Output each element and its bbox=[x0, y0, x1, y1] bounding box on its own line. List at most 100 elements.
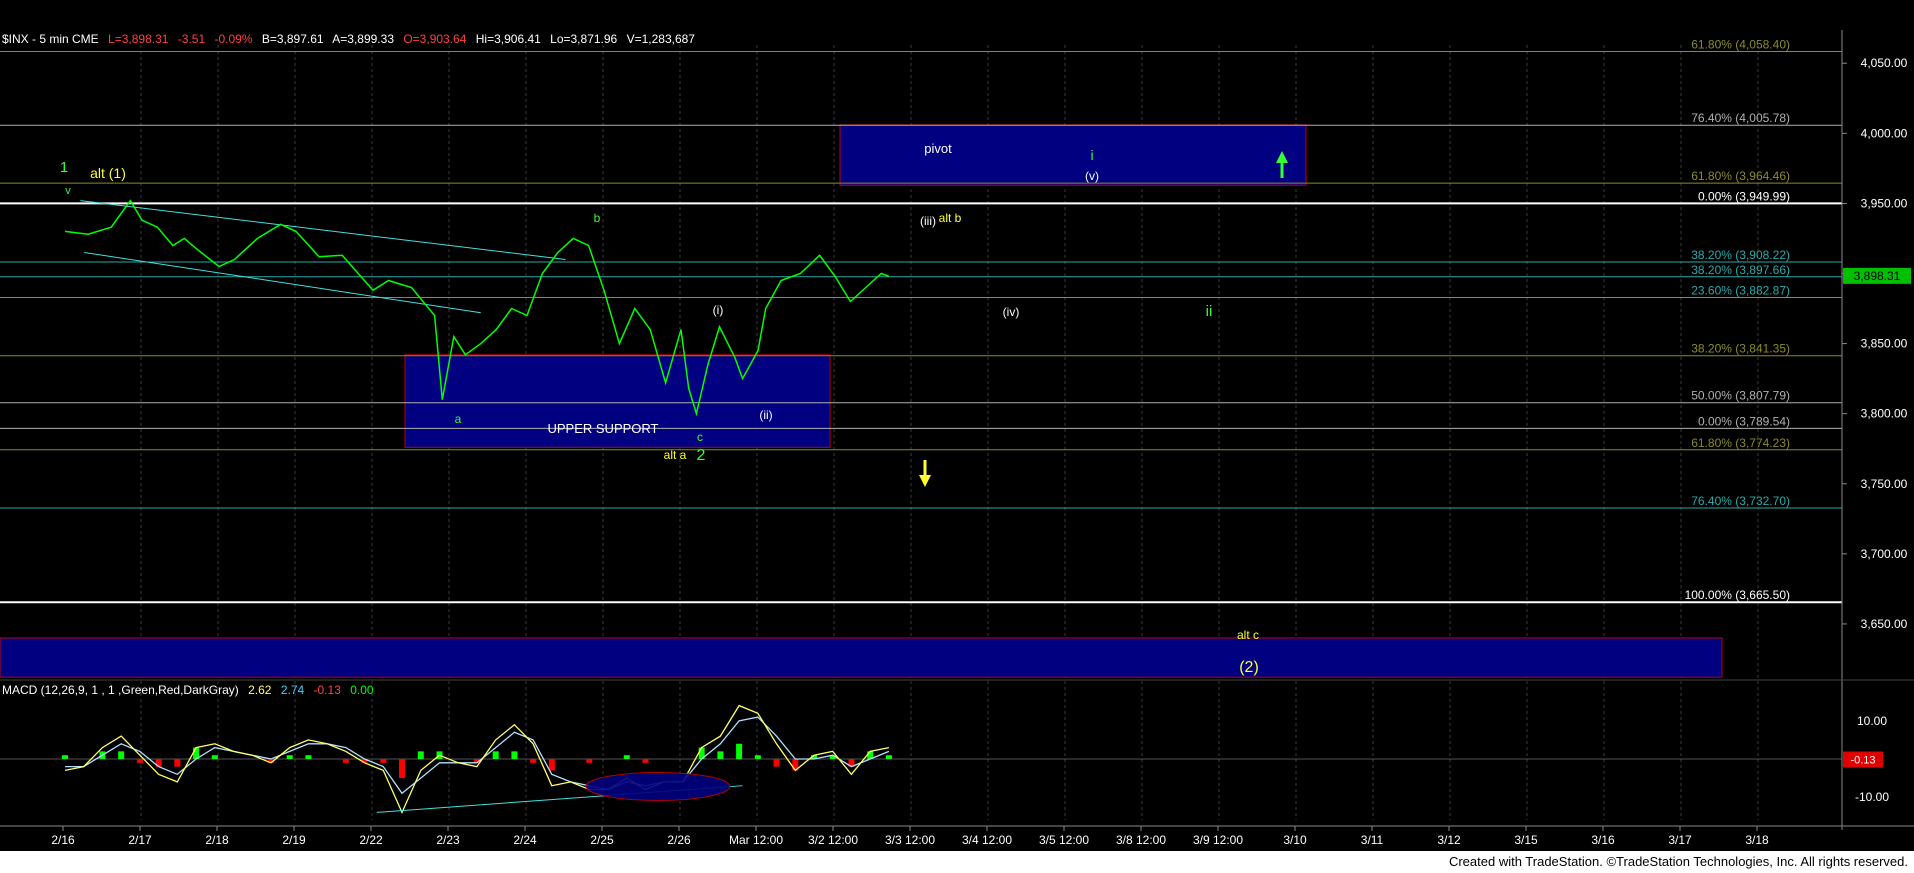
x-tick-label: 2/19 bbox=[282, 833, 306, 847]
down-arrow-icon bbox=[919, 460, 931, 487]
x-tick-label: 2/22 bbox=[359, 833, 383, 847]
x-tick-label: 2/26 bbox=[667, 833, 691, 847]
macd-hist-bar bbox=[417, 751, 424, 759]
macd-hist-bar bbox=[399, 759, 406, 779]
wave-alt1-label: alt (1) bbox=[90, 165, 126, 181]
alt-b-label: alt b bbox=[939, 211, 962, 225]
y-tick-label: 4,000.00 bbox=[1861, 126, 1908, 140]
x-tick-label: Mar 12:00 bbox=[729, 833, 783, 847]
pivot-zone bbox=[839, 124, 1307, 186]
wave-iv-paren-label: (iv) bbox=[1003, 305, 1020, 319]
y-tick-label: 3,850.00 bbox=[1861, 337, 1908, 351]
macd-hist-bar bbox=[548, 759, 555, 771]
macd-panel: 10.00 -10.00 -0.13 bbox=[0, 679, 1914, 830]
wave-1-label: 1 bbox=[60, 159, 68, 176]
macd-hist-bar bbox=[511, 751, 518, 759]
y-tick-label: 3,700.00 bbox=[1861, 547, 1908, 561]
fib-label: 61.80% (4,058.40) bbox=[1691, 37, 1790, 51]
fib-label: 0.00% (3,949.99) bbox=[1698, 189, 1790, 203]
macd-hist-bar bbox=[380, 759, 387, 763]
channel-upper bbox=[80, 200, 566, 260]
wave-i-label: i bbox=[1090, 147, 1093, 163]
lower-support-zone bbox=[0, 637, 1723, 678]
wave-1-marker: v bbox=[65, 185, 71, 197]
fib-label: 76.40% (3,732.70) bbox=[1691, 494, 1790, 508]
alt-a-label: alt a bbox=[664, 448, 687, 462]
x-tick-label: 2/16 bbox=[51, 833, 75, 847]
wave-a-label: a bbox=[455, 412, 462, 426]
chart-window: $INX - 5 min CME L=3,898.31 -3.51 -0.09%… bbox=[0, 0, 1914, 873]
fib-label: 0.00% (3,789.54) bbox=[1698, 414, 1790, 428]
alt-c-label: alt c bbox=[1237, 628, 1259, 642]
price-axis: 4,050.004,000.003,950.003,900.003,850.00… bbox=[1841, 30, 1914, 830]
y-tick-label: 3,800.00 bbox=[1861, 407, 1908, 421]
x-tick-label: 3/2 12:00 bbox=[808, 833, 858, 847]
x-tick-label: 2/23 bbox=[436, 833, 460, 847]
x-tick-label: 3/3 12:00 bbox=[885, 833, 935, 847]
time-axis: 2/16 2/17 2/18 2/19 2/22 2/23 2/24 2/25 2/26 Mar … bbox=[0, 825, 1914, 847]
fib-label: 38.20% (3,841.35) bbox=[1691, 342, 1790, 356]
macd-hist-bar bbox=[211, 755, 218, 759]
macd-header: MACD (12,26,9, 1 , 1 ,Green,Red,DarkGray… bbox=[2, 683, 380, 697]
wave-2-paren-label: (2) bbox=[1239, 659, 1259, 676]
last-price-tag-label: 3,898.31 bbox=[1854, 269, 1901, 283]
macd-last-tag-label: -0.13 bbox=[1850, 754, 1875, 766]
fib-label: 23.60% (3,882.87) bbox=[1691, 284, 1790, 298]
wave-ii-label: ii bbox=[1206, 303, 1213, 320]
x-tick-label: 3/10 bbox=[1283, 833, 1307, 847]
macd-hist-bar bbox=[118, 751, 125, 759]
fib-label: 38.20% (3,908.22) bbox=[1691, 248, 1790, 262]
wave-ii-paren-label: (ii) bbox=[759, 408, 772, 422]
macd-value: 2.62 bbox=[248, 683, 272, 697]
macd-hist-bar bbox=[305, 755, 312, 759]
macd-hist-bar bbox=[623, 755, 630, 759]
x-tick-label: 2/25 bbox=[590, 833, 614, 847]
x-tick-label: 3/15 bbox=[1514, 833, 1538, 847]
y-tick-label: 3,950.00 bbox=[1861, 196, 1908, 210]
macd-title: MACD (12,26,9, 1 , 1 ,Green,Red,DarkGray… bbox=[2, 683, 239, 697]
price-chart[interactable]: 61.80% (4,058.40) 76.40% (4,005.78) 61.80%… bbox=[0, 0, 1914, 873]
macd-hist-bar bbox=[586, 759, 593, 763]
x-tick-label: 2/18 bbox=[205, 833, 229, 847]
x-tick-label: 3/16 bbox=[1591, 833, 1615, 847]
wave-v-paren-label: (v) bbox=[1085, 169, 1099, 183]
y-tick-label: 3,650.00 bbox=[1861, 617, 1908, 631]
fib-levels: 61.80% (4,058.40) 76.40% (4,005.78) 61.80%… bbox=[0, 37, 1842, 604]
x-tick-label: 2/24 bbox=[513, 833, 537, 847]
hist-value: -0.13 bbox=[313, 683, 341, 697]
macd-hist-bar bbox=[286, 755, 293, 759]
x-tick-label: 3/12 bbox=[1437, 833, 1461, 847]
signal-line bbox=[65, 716, 890, 795]
wave-iii-paren-label: (iii) bbox=[920, 214, 936, 228]
signal-value: 2.74 bbox=[280, 683, 305, 697]
y-tick-label: 3,750.00 bbox=[1861, 477, 1908, 491]
wave-b-label: b bbox=[594, 211, 601, 225]
fib-label: 76.40% (4,005.78) bbox=[1691, 111, 1790, 125]
y-tick-label: 4,050.00 bbox=[1861, 56, 1908, 70]
axis-bg bbox=[1842, 30, 1914, 830]
macd-hist-bar bbox=[492, 751, 499, 759]
x-tick-label: 2/17 bbox=[128, 833, 152, 847]
macd-tick-label: -10.00 bbox=[1855, 790, 1889, 804]
x-tick-label: 3/9 12:00 bbox=[1193, 833, 1243, 847]
macd-hist-bar bbox=[754, 755, 761, 759]
macd-hist-bar bbox=[136, 759, 143, 763]
zero-value: 0.00 bbox=[350, 683, 374, 697]
fib-label: 38.20% (3,897.66) bbox=[1691, 263, 1790, 277]
fib-label: 50.00% (3,807.79) bbox=[1691, 389, 1790, 403]
macd-hist-bar bbox=[642, 759, 649, 763]
x-tick-label: 3/18 bbox=[1745, 833, 1769, 847]
macd-hist-bar bbox=[530, 759, 537, 763]
wave-2-label: 2 bbox=[697, 447, 706, 464]
pivot-label: pivot bbox=[924, 141, 952, 156]
x-tick-label: 3/11 bbox=[1361, 833, 1384, 847]
wave-i-paren-label: (i) bbox=[713, 303, 724, 317]
macd-hist-bar bbox=[62, 755, 68, 759]
x-tick-label: 3/5 12:00 bbox=[1039, 833, 1089, 847]
fib-label: 61.80% (3,964.46) bbox=[1691, 169, 1790, 183]
x-tick-label: 3/8 12:00 bbox=[1116, 833, 1166, 847]
macd-tick-label: 10.00 bbox=[1857, 714, 1887, 728]
upper-support-label: UPPER SUPPORT bbox=[547, 421, 658, 436]
fib-label: 100.00% (3,665.50) bbox=[1685, 588, 1790, 602]
macd-hist-bar bbox=[717, 751, 724, 759]
